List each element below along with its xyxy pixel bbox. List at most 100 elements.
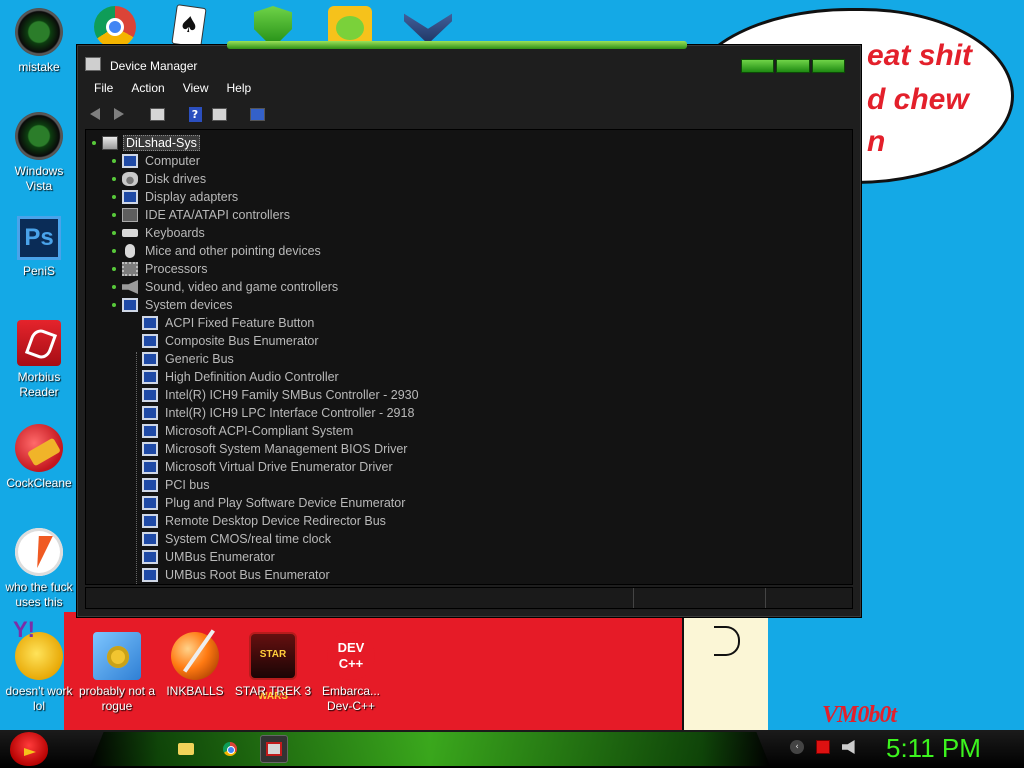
expander-dot[interactable] bbox=[112, 177, 116, 181]
tree-root[interactable]: DiLshad-Sys bbox=[92, 134, 200, 152]
properties-button[interactable] bbox=[147, 105, 167, 123]
desktop-icon-label: probably not a rogue bbox=[78, 684, 156, 713]
bubble-text-line-2: d chew bbox=[867, 83, 969, 116]
expander-dot[interactable] bbox=[112, 285, 116, 289]
menu-action[interactable]: Action bbox=[122, 79, 173, 99]
tree-device[interactable]: Microsoft Virtual Drive Enumerator Drive… bbox=[142, 458, 395, 476]
desktop-icon-probably-not-a-rogue[interactable]: probably not a rogue bbox=[78, 632, 156, 714]
tree-device[interactable]: Microsoft ACPI-Compliant System bbox=[142, 422, 355, 440]
forward-arrow-icon bbox=[114, 108, 124, 120]
scan-hardware-button[interactable] bbox=[247, 105, 267, 123]
minimize-button[interactable] bbox=[741, 59, 775, 73]
desktop-icon-star-trek-3[interactable]: STAR WARS STAR TREK 3 bbox=[234, 632, 312, 702]
tree-device[interactable]: Intel(R) ICH9 Family SMBus Controller - … bbox=[142, 386, 421, 404]
properties-icon bbox=[149, 107, 165, 121]
device-tree[interactable]: DiLshad-Sys Computer Disk drives Display… bbox=[85, 129, 853, 585]
disk-drive-icon bbox=[122, 172, 138, 186]
tree-device[interactable]: Generic Bus bbox=[142, 350, 236, 368]
tree-category-system-devices[interactable]: System devices bbox=[112, 296, 235, 314]
tree-device[interactable]: ACPI Fixed Feature Button bbox=[142, 314, 316, 332]
tree-device[interactable]: Plug and Play Software Device Enumerator bbox=[142, 494, 407, 512]
desktop-icon-label: Embarca... Dev-C++ bbox=[321, 684, 381, 713]
status-bar bbox=[85, 587, 853, 609]
forward-button[interactable] bbox=[109, 105, 129, 123]
desktop-icon-label: STAR TREK 3 bbox=[234, 684, 312, 698]
menu-help[interactable]: Help bbox=[218, 79, 261, 99]
solitaire-icon[interactable]: ♠ bbox=[168, 4, 214, 48]
tree-device[interactable]: Composite Bus Enumerator bbox=[142, 332, 321, 350]
desktop-icon-doesnt-work[interactable]: doesn't work lol bbox=[0, 622, 78, 714]
game-logo-icon[interactable] bbox=[404, 6, 452, 46]
tree-category-display-adapters[interactable]: Display adapters bbox=[112, 188, 240, 206]
expander-dot[interactable] bbox=[112, 195, 116, 199]
tree-category-sound-video[interactable]: Sound, video and game controllers bbox=[112, 278, 340, 296]
chrome-icon bbox=[223, 742, 237, 756]
tree-category-computer[interactable]: Computer bbox=[112, 152, 202, 170]
back-button[interactable] bbox=[85, 105, 105, 123]
volume-icon[interactable] bbox=[842, 740, 855, 754]
console-tree-button[interactable] bbox=[209, 105, 229, 123]
desktop-icon-cockcleane[interactable]: CockCleane bbox=[0, 424, 78, 491]
tree-category-processors[interactable]: Processors bbox=[112, 260, 210, 278]
tree-category-keyboards[interactable]: Keyboards bbox=[112, 224, 207, 242]
tree-category-label: Computer bbox=[145, 154, 200, 168]
desktop-icon-morbius-reader[interactable]: Morbius Reader bbox=[0, 320, 78, 400]
tree-category-ide-controllers[interactable]: IDE ATA/ATAPI controllers bbox=[112, 206, 292, 224]
bubble-text-line-3: n bbox=[867, 125, 886, 158]
tree-device[interactable]: High Definition Audio Controller bbox=[142, 368, 341, 386]
menu-file[interactable]: File bbox=[85, 79, 122, 99]
desktop-icon-inkballs[interactable]: INKBALLS bbox=[156, 632, 234, 699]
expander-dot[interactable] bbox=[92, 141, 96, 145]
device-icon bbox=[142, 442, 158, 456]
device-manager-window[interactable]: Device Manager File Action View Help ? D… bbox=[76, 41, 862, 618]
tree-category-label: Disk drives bbox=[145, 172, 207, 186]
show-hidden-icons-icon[interactable]: ‹ bbox=[790, 740, 804, 754]
taskbar-chrome-button[interactable] bbox=[216, 735, 244, 763]
tree-device[interactable]: PCI bus bbox=[142, 476, 211, 494]
green-ball-icon bbox=[15, 8, 63, 56]
desktop-icon-label: doesn't work lol bbox=[5, 684, 73, 713]
expander-dot[interactable] bbox=[112, 249, 116, 253]
tree-device[interactable]: UMBus Root Bus Enumerator bbox=[142, 566, 332, 584]
wallpaper-cream-panel bbox=[682, 612, 768, 730]
tree-category-disk-drives[interactable]: Disk drives bbox=[112, 170, 208, 188]
menu-view[interactable]: View bbox=[174, 79, 218, 99]
tree-category-mice[interactable]: Mice and other pointing devices bbox=[112, 242, 323, 260]
tree-device-label: Microsoft Virtual Drive Enumerator Drive… bbox=[165, 460, 393, 474]
mouse-icon bbox=[125, 244, 135, 258]
back-arrow-icon bbox=[90, 108, 100, 120]
photoshop-icon: Ps bbox=[17, 216, 61, 260]
expander-dot[interactable] bbox=[112, 303, 116, 307]
expander-dot[interactable] bbox=[112, 231, 116, 235]
tree-device[interactable]: Intel(R) ICH9 LPC Interface Controller -… bbox=[142, 404, 416, 422]
tree-device[interactable]: UMBus Enumerator bbox=[142, 548, 277, 566]
desktop-icon-mistake[interactable]: mistake bbox=[0, 8, 78, 75]
maximize-button[interactable] bbox=[776, 59, 810, 73]
taskbar-explorer-button[interactable] bbox=[172, 735, 200, 763]
close-button[interactable] bbox=[811, 59, 845, 73]
help-button[interactable]: ? bbox=[185, 105, 205, 123]
expander-dot[interactable] bbox=[112, 267, 116, 271]
desktop-icon-penis[interactable]: Ps PeniS bbox=[0, 216, 78, 279]
tree-device[interactable]: System CMOS/real time clock bbox=[142, 530, 333, 548]
game-pig-icon[interactable] bbox=[328, 6, 374, 46]
tree-category-label: Processors bbox=[145, 262, 208, 276]
tree-device[interactable]: Microsoft System Management BIOS Driver bbox=[142, 440, 409, 458]
tree-category-label: Sound, video and game controllers bbox=[145, 280, 339, 294]
window-title: Device Manager bbox=[110, 59, 198, 73]
taskbar-device-manager-button[interactable] bbox=[260, 735, 288, 763]
chrome-icon[interactable] bbox=[94, 6, 140, 48]
start-button[interactable] bbox=[6, 730, 50, 768]
desktop-icon-windows-vista[interactable]: Windows Vista bbox=[0, 112, 78, 194]
action-center-flag-icon[interactable] bbox=[816, 740, 830, 754]
desktop-icon-who-uses-this[interactable]: who the fuck uses this bbox=[0, 528, 78, 610]
title-bar[interactable]: Device Manager bbox=[77, 51, 861, 79]
folder-icon bbox=[178, 743, 194, 755]
security-shield-icon[interactable] bbox=[250, 6, 296, 48]
tree-device[interactable]: Remote Desktop Device Redirector Bus bbox=[142, 512, 388, 530]
pdf-reader-icon bbox=[17, 320, 61, 366]
expander-dot[interactable] bbox=[112, 213, 116, 217]
expander-dot[interactable] bbox=[112, 159, 116, 163]
desktop-icon-dev-cpp[interactable]: DEV C++ Embarca... Dev-C++ bbox=[312, 632, 390, 714]
taskbar-clock[interactable]: 5:11 PM bbox=[886, 733, 981, 764]
